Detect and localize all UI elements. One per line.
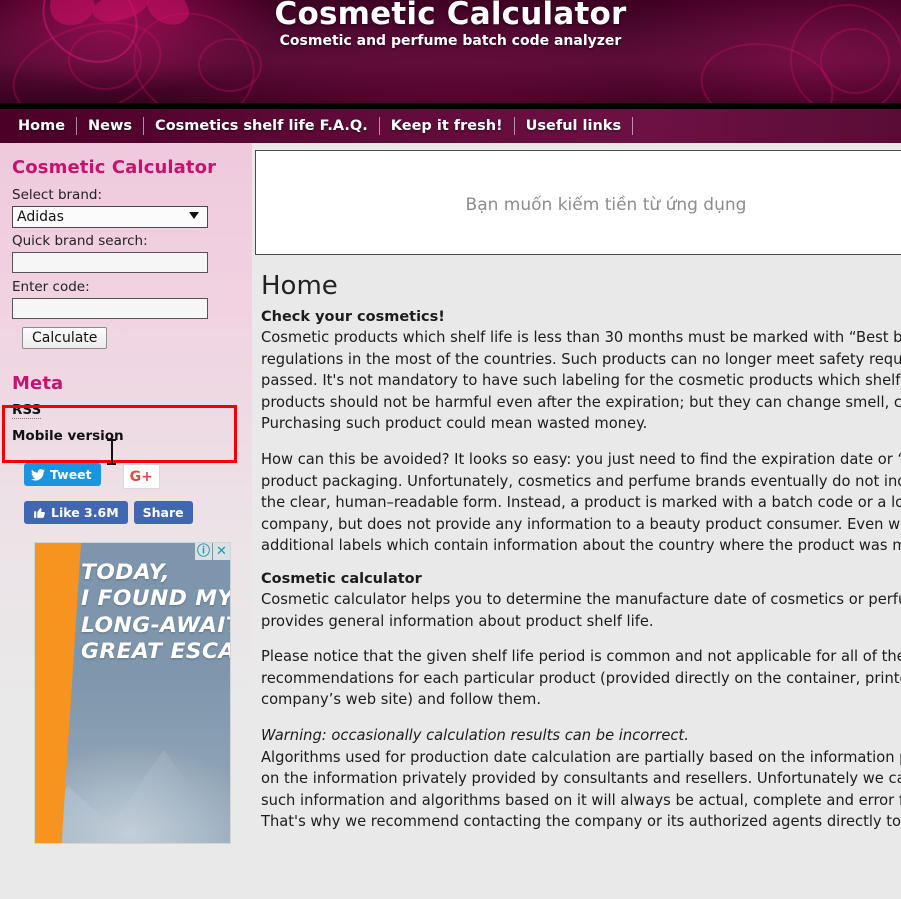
- google-plus-icon: G+: [129, 468, 153, 485]
- nav-item-useful-links[interactable]: Useful links: [515, 117, 632, 135]
- section-heading-calculator: Cosmetic calculator: [261, 570, 422, 587]
- paragraph-line: additional labels which contain informat…: [261, 537, 901, 555]
- text-cursor-icon: [107, 439, 116, 465]
- ad-headline-line: GREAT ESCAPE: [81, 639, 230, 664]
- browser-page: Cosmetic Calculator Cosmetic and perfume…: [0, 0, 901, 899]
- twitter-bird-icon: [31, 468, 45, 481]
- facebook-share-button[interactable]: Share: [133, 501, 193, 524]
- sidebar-widget-title: Cosmetic Calculator: [12, 157, 217, 178]
- paragraph-line: on the information privately provided by…: [261, 770, 901, 788]
- paragraph-line: Cosmetic calculator helps you to determi…: [261, 590, 901, 608]
- paragraph-line: the clear, human–readable form. Instead,…: [261, 494, 901, 512]
- main-content: Bạn muốn kiếm tiền từ ứng dụng Home Chec…: [252, 143, 901, 899]
- section-heading-check: Check your cosmetics!: [261, 309, 445, 325]
- calculate-button[interactable]: Calculate: [22, 327, 108, 349]
- ad-headline: TODAY, I FOUND MY LONG-AWAITED GREAT ESC…: [81, 559, 230, 665]
- main-navigation: Home News Cosmetics shelf life F.A.Q. Ke…: [0, 109, 901, 143]
- site-title: Cosmetic Calculator: [274, 0, 627, 32]
- facebook-share-label: Share: [142, 505, 184, 520]
- paragraph-line: product packaging. Unfortunately, cosmet…: [261, 472, 901, 490]
- paragraph-line: company’s web site) and follow them.: [261, 691, 542, 709]
- paragraph-line: Please notice that the given shelf life …: [261, 648, 901, 666]
- paragraph-line: recommendations for each particular prod…: [261, 669, 901, 687]
- facebook-like-label: Like 3.6M: [51, 505, 119, 520]
- nav-item-keep-it-fresh[interactable]: Keep it fresh!: [380, 117, 514, 135]
- paragraph-line: Cosmetic products which shelf life is le…: [261, 329, 901, 346]
- warning-paragraph: Warning: occasionally calculation result…: [261, 725, 901, 833]
- site-header-banner: Cosmetic Calculator Cosmetic and perfume…: [0, 0, 901, 103]
- paragraph-line: such information and algorithms based on…: [261, 791, 901, 809]
- paragraph-line: provides general information about produ…: [261, 612, 654, 630]
- article: Home Check your cosmetics! Cosmetic prod…: [252, 255, 901, 833]
- nav-item-faq[interactable]: Cosmetics shelf life F.A.Q.: [144, 117, 379, 135]
- warning-body: Algorithms used for production date calc…: [261, 747, 901, 833]
- site-subtitle: Cosmetic and perfume batch code analyzer: [279, 33, 622, 49]
- nav-separator: [632, 117, 634, 135]
- quick-brand-search-input[interactable]: [12, 252, 208, 273]
- paragraph-line: How can this be avoided? It looks so eas…: [261, 450, 901, 468]
- ad-headline-line: I FOUND MY: [81, 586, 231, 611]
- paragraph-line: regulations in the most of the countries…: [261, 350, 901, 368]
- paragraph-line: company, but does not provide any inform…: [261, 515, 901, 533]
- sidebar: Cosmetic Calculator Select brand: Adidas…: [0, 143, 252, 899]
- facebook-like-button[interactable]: Like 3.6M: [24, 501, 128, 524]
- paragraph: Cosmetic products which shelf life is le…: [261, 327, 901, 435]
- sidebar-advertisement[interactable]: TODAY, I FOUND MY LONG-AWAITED GREAT ESC…: [34, 542, 231, 844]
- page-body: Cosmetic Calculator Select brand: Adidas…: [0, 143, 901, 899]
- nav-item-home[interactable]: Home: [7, 117, 76, 135]
- enter-code-input[interactable]: [12, 298, 208, 319]
- paragraph-line: products should not be harmful even afte…: [261, 393, 901, 411]
- warning-label: Warning:: [261, 726, 327, 744]
- sidebar-meta-title: Meta: [12, 373, 64, 394]
- rss-link[interactable]: RSS: [12, 402, 42, 419]
- mobile-version-link[interactable]: Mobile version: [12, 428, 252, 444]
- warning-line: Warning: occasionally calculation result…: [261, 725, 901, 747]
- brand-select[interactable]: Adidas: [12, 206, 208, 228]
- paragraph-line: Purchasing such product could mean waste…: [261, 415, 648, 433]
- quick-brand-search-label: Quick brand search:: [12, 233, 148, 249]
- enter-code-label: Enter code:: [12, 279, 90, 295]
- tweet-label: Tweet: [50, 467, 92, 482]
- ad-headline-line: TODAY,: [81, 560, 170, 584]
- ad-controls: ⓘ ✕: [195, 543, 230, 560]
- paragraph: How can this be avoided? It looks so eas…: [261, 449, 901, 557]
- ad-headline-line: LONG-AWAITED: [81, 612, 230, 637]
- paragraph: Cosmetic calculator helps you to determi…: [261, 589, 901, 632]
- thumbs-up-icon: [34, 508, 45, 518]
- top-ad-text: Bạn muốn kiếm tiền từ ứng dụng: [465, 195, 747, 215]
- ad-info-icon[interactable]: ⓘ: [195, 543, 212, 560]
- page-title: Home: [261, 271, 338, 301]
- paragraph-line: That's why we recommend contacting the c…: [261, 813, 901, 831]
- top-advertisement[interactable]: Bạn muốn kiếm tiền từ ứng dụng: [255, 150, 901, 255]
- google-plus-button[interactable]: G+: [122, 464, 160, 489]
- paragraph: Please notice that the given shelf life …: [261, 646, 901, 711]
- paragraph-line: passed. It's not mandatory to have such …: [261, 372, 901, 390]
- tweet-button[interactable]: Tweet: [24, 463, 101, 486]
- paragraph-line: Algorithms used for production date calc…: [261, 748, 901, 766]
- select-brand-label: Select brand:: [12, 187, 103, 203]
- nav-item-news[interactable]: News: [77, 117, 143, 135]
- facebook-buttons: Like 3.6M Share: [24, 501, 252, 524]
- warning-text: occasionally calculation results can be …: [326, 726, 689, 744]
- ad-close-icon[interactable]: ✕: [213, 543, 230, 560]
